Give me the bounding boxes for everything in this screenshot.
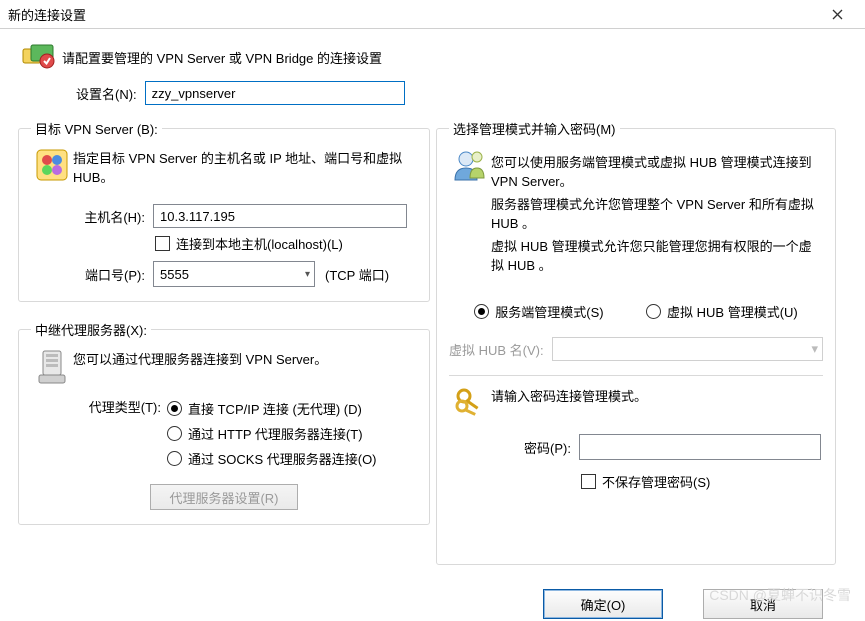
hub-mode-radio[interactable] [646,304,661,319]
separator [449,375,823,376]
server-mode-label: 服务端管理模式(S) [495,302,603,321]
ok-button[interactable]: 确定(O) [543,589,663,619]
proxy-desc: 您可以通过代理服务器连接到 VPN Server。 [73,349,417,368]
target-desc: 指定目标 VPN Server 的主机名或 IP 地址、端口号和虚拟 HUB。 [73,148,417,186]
mode-desc2: 服务器管理模式允许您管理整个 VPN Server 和所有虚拟 HUB 。 [491,194,823,232]
proxy-direct-label: 直接 TCP/IP 连接 (无代理) (D) [188,399,362,418]
proxy-type-label: 代理类型(T): [61,393,161,416]
proxy-http-radio[interactable] [167,426,182,441]
mode-desc3: 虚拟 HUB 管理模式允许您只能管理您拥有权限的一个虚拟 HUB 。 [491,236,823,274]
proxy-socks-radio[interactable] [167,451,182,466]
setting-name-input[interactable] [145,81,405,105]
mode-legend: 选择管理模式并输入密码(M) [449,119,620,138]
server-icon [31,148,73,182]
target-server-legend: 目标 VPN Server (B): [31,119,162,138]
window-title: 新的连接设置 [8,5,817,24]
chevron-down-icon: ▾ [305,269,310,280]
proxy-socks-label: 通过 SOCKS 代理服务器连接(O) [188,449,377,468]
hub-name-label: 虚拟 HUB 名(V): [449,340,544,359]
pw-prompt: 请输入密码连接管理模式。 [491,386,823,405]
mode-desc1: 您可以使用服务端管理模式或虚拟 HUB 管理模式连接到 VPN Server。 [491,152,823,190]
no-save-password-label: 不保存管理密码(S) [602,472,710,491]
proxy-direct-radio[interactable] [167,401,182,416]
no-save-password-checkbox[interactable] [581,474,596,489]
chevron-down-icon: ▾ [811,341,818,357]
hub-name-select: ▾ [552,337,823,361]
port-label: 端口号(P): [61,265,145,284]
hub-mode-label: 虚拟 HUB 管理模式(U) [667,302,798,321]
host-input[interactable] [153,204,407,228]
port-suffix: (TCP 端口) [325,265,389,284]
mode-desc: 您可以使用服务端管理模式或虚拟 HUB 管理模式连接到 VPN Server。 … [491,148,823,278]
localhost-checkbox[interactable] [155,236,170,251]
mode-group: 选择管理模式并输入密码(M) 您可以使用服务端管理模式或虚拟 HUB 管理模式连… [436,119,836,565]
localhost-label: 连接到本地主机(localhost)(L) [176,234,343,253]
target-server-group: 目标 VPN Server (B): 指定目标 VPN Server 的主机名或… [18,119,430,302]
user-icon [449,148,491,184]
titlebar: 新的连接设置 [0,0,865,29]
proxy-legend: 中继代理服务器(X): [31,320,151,339]
intro-text: 请配置要管理的 VPN Server 或 VPN Bridge 的连接设置 [62,48,382,67]
server-mode-radio[interactable] [474,304,489,319]
connection-icon [18,43,58,71]
proxy-http-label: 通过 HTTP 代理服务器连接(T) [188,424,363,443]
host-label: 主机名(H): [61,207,145,226]
password-label: 密码(P): [489,438,571,457]
keys-icon [449,386,491,418]
proxy-group: 中继代理服务器(X): 您可以通过代理服务器连接到 VPN Server。 [18,320,430,525]
password-input[interactable] [579,434,821,460]
setting-name-label: 设置名(N): [76,84,137,103]
port-value: 5555 [160,267,189,282]
port-select[interactable]: 5555 ▾ [153,261,315,287]
close-button[interactable] [817,0,857,28]
proxy-icon [31,349,73,385]
cancel-button[interactable]: 取消 [703,589,823,619]
proxy-settings-button: 代理服务器设置(R) [150,484,297,510]
